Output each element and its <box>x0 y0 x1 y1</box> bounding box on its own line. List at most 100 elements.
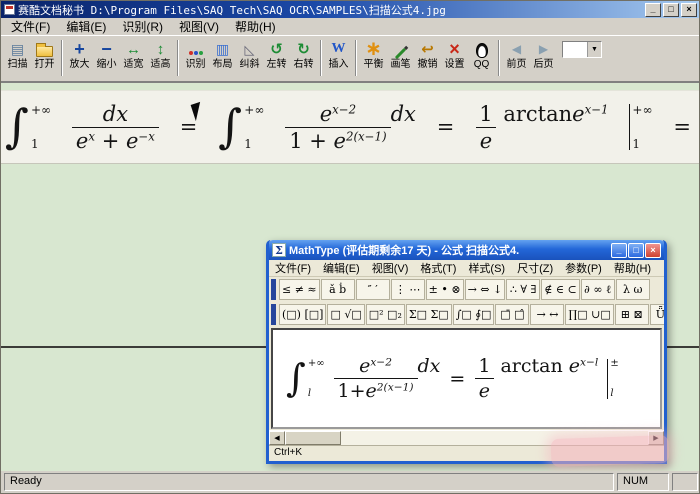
recognize-button[interactable]: 识别 <box>182 38 209 70</box>
settings-button[interactable]: 设置 <box>441 38 468 70</box>
mt-menu-size[interactable]: 尺寸(Z) <box>511 259 559 277</box>
mathtype-close-button[interactable]: × <box>645 243 661 258</box>
dx-term: dx <box>418 355 441 377</box>
mt-palette-operators[interactable]: ± • ⊗ <box>426 279 464 300</box>
scrollbar-thumb[interactable] <box>285 431 341 445</box>
mt-template-products[interactable]: ∏□ ∪□ <box>565 304 613 325</box>
page-combobox-value <box>563 42 587 57</box>
pen-icon <box>395 47 406 58</box>
prev-page-button[interactable]: 前页 <box>503 38 530 70</box>
toolbar-separator <box>177 40 179 76</box>
settings-icon <box>443 39 467 59</box>
statusbar: Ready NUM <box>1 471 700 493</box>
menu-item-view[interactable]: 视图(V) <box>171 16 227 37</box>
mt-template-matrices[interactable]: ⊞ ⊠ <box>615 304 649 325</box>
mt-palette-arrows[interactable]: → ⇔ ↓ <box>465 279 506 300</box>
fit-height-icon <box>149 39 173 59</box>
insert-word-button[interactable]: 插入 <box>325 38 352 70</box>
rotate-right-button[interactable]: 右转 <box>290 38 317 70</box>
deskew-icon <box>238 39 262 59</box>
mt-palette-greek[interactable]: λ ω <box>616 279 650 300</box>
mt-template-scripts[interactable]: □² □₂ <box>366 304 405 325</box>
equals-sign: = <box>449 368 465 390</box>
mt-palette-dots[interactable]: ⋮ ⋯ <box>391 279 425 300</box>
mt-template-labeled-arrows[interactable]: → ↔ <box>530 304 564 325</box>
mt-menu-help[interactable]: 帮助(H) <box>608 259 657 277</box>
mathtype-titlebar[interactable]: Σ MathType (评估期剩余17 天) - 公式 扫描公式4. _ □ × <box>269 240 664 260</box>
mathtype-edit-area[interactable]: ∫ +∞l ex−2 1+e2(x−1) dx = 1 e <box>271 328 662 429</box>
close-button[interactable]: × <box>681 3 697 17</box>
fraction-1-over-e: 1 e <box>474 355 494 402</box>
mt-palette-sets[interactable]: ∉ ∈ ⊂ <box>541 279 580 300</box>
mathtype-formula: ∫ +∞l ex−2 1+e2(x−1) dx = 1 e <box>286 355 619 402</box>
mt-template-sums[interactable]: Σ□ Σ□ <box>406 304 452 325</box>
mt-menu-view[interactable]: 视图(V) <box>366 259 415 277</box>
mt-palette-embellishments[interactable]: ǎ ḃ <box>321 279 355 300</box>
dropdown-arrow-icon[interactable] <box>587 42 601 57</box>
mt-template-integrals[interactable]: ∫□ ∮□ <box>453 304 495 325</box>
page-combobox[interactable] <box>562 41 602 58</box>
rotate-left-button[interactable]: 左转 <box>263 38 290 70</box>
equals-sign: = <box>673 115 691 139</box>
arctan-label: arctan <box>500 355 562 377</box>
mathtype-maximize-button[interactable]: □ <box>628 243 644 258</box>
menu-item-file[interactable]: 文件(F) <box>3 16 58 37</box>
rotate-right-icon <box>292 39 316 59</box>
toolbar-grip[interactable] <box>271 304 276 325</box>
mt-menu-file[interactable]: 文件(F) <box>269 259 317 277</box>
integral-sign: ∫ <box>286 362 306 394</box>
mt-template-fraction-radical[interactable]: □ √□ <box>327 304 364 325</box>
prev-page-icon <box>505 39 529 59</box>
scan-button[interactable]: 扫描 <box>4 38 31 70</box>
status-num-lock: NUM <box>617 473 669 491</box>
mt-template-fences[interactable]: (□) [□] <box>279 304 326 325</box>
mathtype-window: Σ MathType (评估期剩余17 天) - 公式 扫描公式4. _ □ ×… <box>266 240 667 464</box>
fraction: ex−2 1+e2(x−1) <box>334 355 418 402</box>
mt-menu-format[interactable]: 格式(T) <box>414 259 462 277</box>
scanned-image[interactable]: ∫ +∞1 dx ex + e−x = ∫ +∞1 ex−2 1 + e2(x−… <box>1 90 700 164</box>
layout-button[interactable]: 布局 <box>209 38 236 70</box>
menu-item-recognize[interactable]: 识别(R) <box>114 16 171 37</box>
mt-menu-preferences[interactable]: 参数(P) <box>559 259 608 277</box>
open-button[interactable]: 打开 <box>31 38 58 70</box>
maximize-button[interactable]: □ <box>663 3 679 17</box>
fraction-3: 1 e <box>475 102 496 153</box>
watermark-blur <box>551 435 670 467</box>
qq-button[interactable]: QQ <box>468 38 495 70</box>
mathtype-title: MathType (评估期剩余17 天) - 公式 扫描公式4. <box>289 242 610 258</box>
mathtype-minimize-button[interactable]: _ <box>611 243 627 258</box>
scroll-left-icon[interactable]: ◀ <box>269 431 285 445</box>
undo-button[interactable]: 撤销 <box>414 38 441 70</box>
recognize-icon <box>189 51 203 55</box>
zoom-in-icon <box>68 39 92 59</box>
fit-width-button[interactable]: 适宽 <box>120 38 147 70</box>
mt-palette-misc[interactable]: ∂ ∞ ℓ <box>581 279 615 300</box>
toolbar-grip[interactable] <box>271 279 276 300</box>
mt-template-underover[interactable]: Ǖ Ǚ <box>650 304 664 325</box>
mt-palette-primes[interactable]: ″ ′ <box>356 279 390 300</box>
mt-template-overbars[interactable]: □̄ □̂ <box>495 304 529 325</box>
qq-penguin-icon <box>476 43 488 58</box>
deskew-button[interactable]: 纠斜 <box>236 38 263 70</box>
mt-palette-logic[interactable]: ∴ ∀ ∃ <box>506 279 540 300</box>
mt-menu-edit[interactable]: 编辑(E) <box>317 259 366 277</box>
mt-palette-relations[interactable]: ≤ ≠ ≈ <box>279 279 320 300</box>
minimize-button[interactable]: _ <box>645 3 661 17</box>
toolbar-separator <box>320 40 322 76</box>
menu-item-help[interactable]: 帮助(H) <box>227 16 284 37</box>
main-toolbar: 扫描 打开 放大 缩小 适宽 适高 识别 布局 纠斜 左转 右转 插入 平衡 画… <box>1 36 699 82</box>
zoom-in-button[interactable]: 放大 <box>66 38 93 70</box>
pen-button[interactable]: 画笔 <box>387 38 414 70</box>
status-extra-panel <box>672 473 698 491</box>
balance-button[interactable]: 平衡 <box>360 38 387 70</box>
status-ready: Ready <box>4 473 614 491</box>
document-view: ∫ +∞1 dx ex + e−x = ∫ +∞1 ex−2 1 + e2(x−… <box>1 82 700 471</box>
application-window: 赛酷文档秘书 D:\Program Files\SAQ Tech\SAQ OCR… <box>0 0 700 494</box>
scanner-icon <box>6 39 30 59</box>
zoom-out-button[interactable]: 缩小 <box>93 38 120 70</box>
menu-item-edit[interactable]: 编辑(E) <box>58 16 114 37</box>
toolbar-separator <box>61 40 63 76</box>
next-page-button[interactable]: 后页 <box>530 38 557 70</box>
fit-height-button[interactable]: 适高 <box>147 38 174 70</box>
mt-menu-style[interactable]: 样式(S) <box>462 259 511 277</box>
